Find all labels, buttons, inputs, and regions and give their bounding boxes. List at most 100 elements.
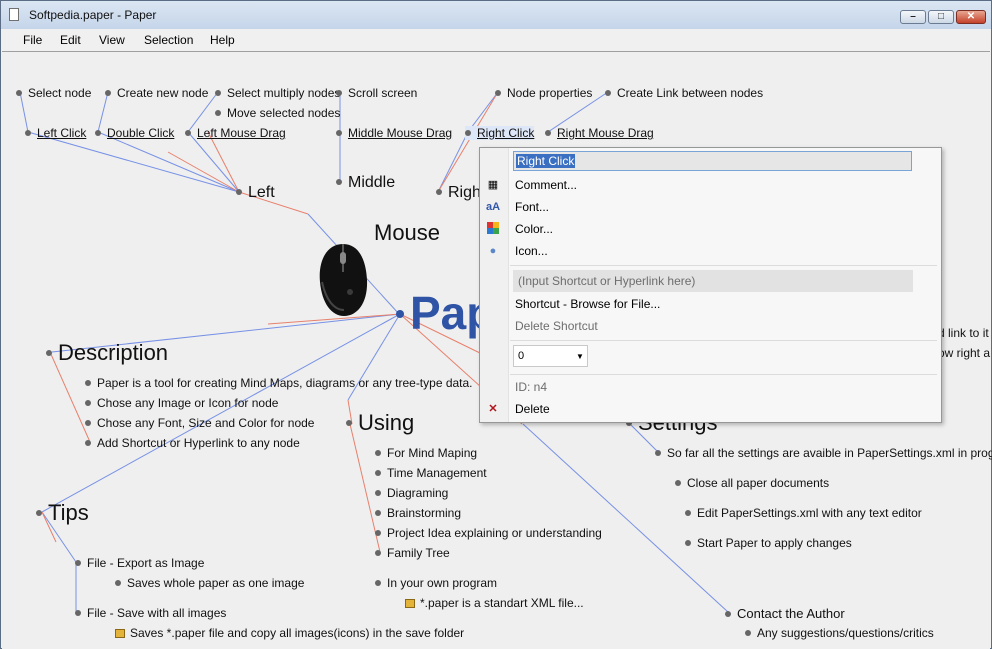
partial-node[interactable]: ow right a xyxy=(938,346,990,360)
menu-browse-file[interactable]: Shortcut - Browse for File... xyxy=(515,297,660,311)
delete-icon: ✕ xyxy=(488,403,498,415)
desc-item[interactable]: Paper is a tool for creating Mind Maps, … xyxy=(85,376,473,390)
node-label: Select multiply nodes xyxy=(227,86,341,100)
node-label: Paper is a tool for creating Mind Maps, … xyxy=(97,376,473,390)
tip-move-nodes[interactable]: Move selected nodes xyxy=(215,106,340,120)
node-dot xyxy=(75,609,81,616)
node-dot xyxy=(465,129,471,136)
minimize-button[interactable]: – xyxy=(900,10,926,24)
node-label: Tips xyxy=(48,500,89,525)
tips-item[interactable]: Saves *.paper file and copy all images(i… xyxy=(115,626,464,640)
menu-file[interactable]: File xyxy=(23,33,42,47)
tip-create-node[interactable]: Create new node xyxy=(105,86,208,100)
menu-view[interactable]: View xyxy=(99,33,125,47)
node-dot xyxy=(375,489,381,496)
using-item[interactable]: Diagraming xyxy=(375,486,448,500)
node-using[interactable]: Using xyxy=(346,410,414,436)
desc-item[interactable]: Add Shortcut or Hyperlink to any node xyxy=(85,436,300,450)
tip-create-link[interactable]: Create Link between nodes xyxy=(605,86,763,100)
node-label: Chose any Image or Icon for node xyxy=(97,396,279,410)
node-dot xyxy=(215,109,221,116)
root-node[interactable]: Pape xyxy=(410,286,480,340)
node-label: File - Export as Image xyxy=(87,556,205,570)
node-left-drag[interactable]: Left Mouse Drag xyxy=(185,126,286,140)
using-item[interactable]: Brainstorming xyxy=(375,506,461,520)
node-label: Saves *.paper file and copy all images(i… xyxy=(130,626,465,640)
tip-scroll-screen[interactable]: Scroll screen xyxy=(336,86,417,100)
node-label: So far all the settings are avaible in P… xyxy=(667,446,992,460)
desc-item[interactable]: Chose any Image or Icon for node xyxy=(85,396,278,410)
node-label: Middle Mouse Drag xyxy=(348,126,453,140)
desc-item[interactable]: Chose any Font, Size and Color for node xyxy=(85,416,314,430)
node-dot xyxy=(185,129,191,136)
menu-delete[interactable]: Delete xyxy=(515,402,550,416)
menu-color[interactable]: Color... xyxy=(515,222,553,236)
node-label: *.paper is a standart XML file... xyxy=(420,596,584,610)
node-label: Close all paper documents xyxy=(687,476,830,490)
settings-item[interactable]: Start Paper to apply changes xyxy=(685,536,852,550)
color-icon xyxy=(486,222,500,236)
menu-separator xyxy=(510,265,937,266)
node-dot xyxy=(375,549,381,556)
node-label: Project Idea explaining or understanding xyxy=(387,526,602,540)
settings-item[interactable]: Close all paper documents xyxy=(675,476,829,490)
node-middle-drag[interactable]: Middle Mouse Drag xyxy=(336,126,452,140)
node-dot xyxy=(545,129,551,136)
menu-comment[interactable]: Comment... xyxy=(515,178,577,192)
menu-help[interactable]: Help xyxy=(210,33,235,47)
node-name-input[interactable]: Right Click xyxy=(513,151,912,171)
partial-node[interactable]: d link to it xyxy=(938,326,989,340)
using-item[interactable]: Project Idea explaining or understanding xyxy=(375,526,602,540)
node-tips[interactable]: Tips xyxy=(36,500,89,526)
node-label: Add Shortcut or Hyperlink to any node xyxy=(97,436,300,450)
menu-icon[interactable]: Icon... xyxy=(515,244,548,258)
node-label: Using xyxy=(358,410,415,435)
using-item[interactable]: In your own program xyxy=(375,576,497,590)
settings-item[interactable]: So far all the settings are avaible in P… xyxy=(655,446,992,460)
node-label: Middle xyxy=(348,174,396,191)
size-select[interactable]: 0 ▼ xyxy=(513,345,588,367)
contact-item[interactable]: Any suggestions/questions/critics xyxy=(745,626,934,640)
node-left[interactable]: Left xyxy=(236,184,275,202)
tip-select-node[interactable]: Select node xyxy=(16,86,91,100)
menu-edit[interactable]: Edit xyxy=(60,33,81,47)
using-item[interactable]: For Mind Maping xyxy=(375,446,477,460)
close-button[interactable]: ✕ xyxy=(956,10,986,24)
node-dot xyxy=(375,529,381,536)
node-dot xyxy=(25,129,31,136)
node-contact[interactable]: Contact the Author xyxy=(725,606,845,621)
node-dot xyxy=(375,509,381,516)
node-middle[interactable]: Middle xyxy=(336,174,395,192)
node-label: Double Click xyxy=(107,126,175,140)
node-label: Chose any Font, Size and Color for node xyxy=(97,416,315,430)
maximize-button[interactable]: □ xyxy=(928,10,954,24)
hyperlink-input[interactable]: (Input Shortcut or Hyperlink here) xyxy=(513,270,913,292)
using-item[interactable]: Family Tree xyxy=(375,546,450,560)
node-dot xyxy=(85,439,91,446)
node-right-click[interactable]: Right Click xyxy=(465,126,535,140)
menu-font[interactable]: Font... xyxy=(515,200,549,214)
node-dot xyxy=(336,178,342,185)
tip-node-properties[interactable]: Node properties xyxy=(495,86,592,100)
node-left-click[interactable]: Left Click xyxy=(25,126,86,140)
using-sub-item[interactable]: *.paper is a standart XML file... xyxy=(405,596,584,610)
node-label: For Mind Maping xyxy=(387,446,478,460)
node-label: Righ xyxy=(448,184,481,201)
node-dot xyxy=(375,449,381,456)
node-double-click[interactable]: Double Click xyxy=(95,126,174,140)
node-mouse[interactable]: Mouse xyxy=(374,220,440,246)
tips-item[interactable]: File - Save with all images xyxy=(75,606,226,620)
node-description[interactable]: Description xyxy=(46,340,168,366)
using-item[interactable]: Time Management xyxy=(375,466,487,480)
menu-selection[interactable]: Selection xyxy=(144,33,193,47)
node-right[interactable]: Righ xyxy=(436,184,481,202)
node-dot xyxy=(605,89,611,96)
settings-item[interactable]: Edit PaperSettings.xml with any text edi… xyxy=(685,506,922,520)
node-label: Scroll screen xyxy=(348,86,418,100)
tip-select-multiple[interactable]: Select multiply nodes xyxy=(215,86,340,100)
icon-icon: ● xyxy=(489,245,497,257)
node-right-drag[interactable]: Right Mouse Drag xyxy=(545,126,654,140)
tips-item[interactable]: File - Export as Image xyxy=(75,556,204,570)
tips-item[interactable]: Saves whole paper as one image xyxy=(115,576,304,590)
node-label: Right Mouse Drag xyxy=(557,126,654,140)
